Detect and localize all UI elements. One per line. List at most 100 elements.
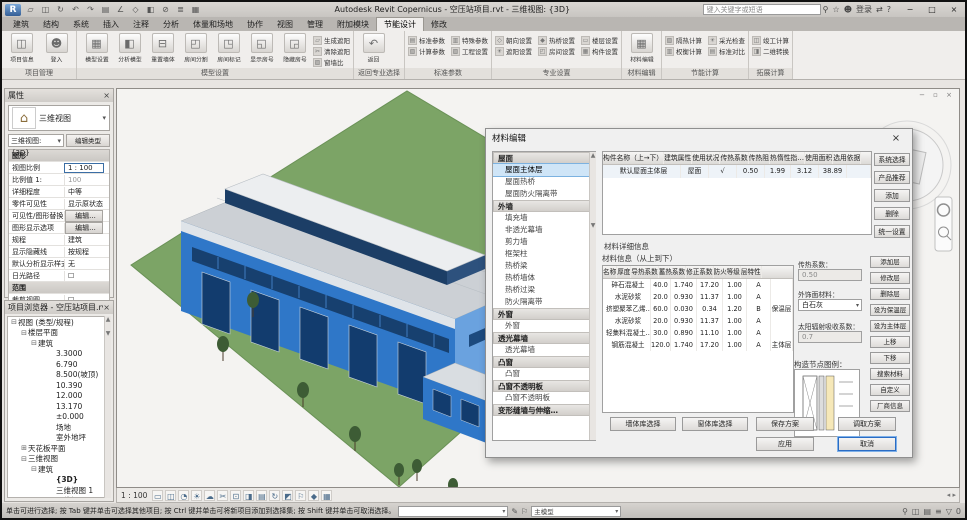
qat-icon[interactable]: ↶ bbox=[69, 4, 82, 16]
view-control-icon[interactable]: ◔ bbox=[178, 490, 189, 501]
component-tree-item[interactable]: 外窗 bbox=[493, 320, 595, 332]
ribbon-small-button[interactable]: ▥特殊参数 bbox=[451, 35, 488, 45]
browser-close-icon[interactable]: × bbox=[103, 303, 110, 312]
layer-button[interactable]: 修改层 bbox=[870, 272, 910, 284]
component-table-row[interactable]: 默认屋面主体层 屋面 √ 0.50 1.99 3.12 38.89 bbox=[603, 165, 871, 178]
tree-item[interactable]: ⊟楼层平面 bbox=[8, 328, 110, 339]
layer-button[interactable]: 自定义 bbox=[870, 384, 910, 396]
ribbon-button[interactable]: ◧分析模型 bbox=[113, 33, 146, 64]
ribbon-button[interactable]: ☻登入 bbox=[40, 33, 73, 64]
component-tree-item[interactable]: 屋面防火隔离带 bbox=[493, 188, 595, 200]
ribbon-tab[interactable]: 注释 bbox=[126, 18, 156, 31]
qat-icon[interactable]: ≣ bbox=[174, 4, 187, 16]
view-control-icon[interactable]: ▭ bbox=[152, 490, 163, 501]
ribbon-small-button[interactable]: ▭楼层设置 bbox=[581, 35, 618, 45]
ribbon-small-button[interactable]: ▥权衡计算 bbox=[665, 46, 702, 56]
tree-item[interactable]: ⊟建筑 bbox=[8, 464, 110, 475]
tree-item[interactable]: 场地 bbox=[8, 422, 110, 433]
dialog-close-icon[interactable]: × bbox=[886, 133, 906, 144]
close-button[interactable]: × bbox=[943, 3, 965, 16]
ribbon-tab[interactable]: 协作 bbox=[240, 18, 270, 31]
ribbon-small-button[interactable]: ▦构件设置 bbox=[581, 46, 618, 56]
component-tree-item[interactable]: 填充墙 bbox=[493, 212, 595, 224]
tree-toggle-icon[interactable]: ⊟ bbox=[20, 455, 28, 463]
help-icon[interactable]: ? bbox=[887, 5, 891, 14]
material-table-row[interactable]: 碎石混凝土 40.0 1.740 17.20 1.00 A bbox=[603, 279, 793, 291]
layer-button[interactable]: 下移 bbox=[870, 352, 910, 364]
material-table-row[interactable]: 水泥砂浆 20.0 0.930 11.37 1.00 A bbox=[603, 291, 793, 303]
ribbon-small-button[interactable]: ◆热桥设置 bbox=[538, 35, 575, 45]
component-tree-item[interactable]: 剪力墙 bbox=[493, 236, 595, 248]
component-tree-item[interactable]: 屋面主体层 bbox=[493, 164, 595, 176]
ribbon-tab[interactable]: 节能设计 bbox=[376, 17, 424, 31]
dialog-side-button[interactable]: 添加 bbox=[874, 189, 910, 202]
ribbon-small-button[interactable]: ◫竣工计算 bbox=[752, 35, 789, 45]
ribbon-tab[interactable]: 附加模块 bbox=[330, 18, 376, 31]
component-tree-item[interactable]: 非透光幕墙 bbox=[493, 224, 595, 236]
save-scheme-button[interactable]: 保存方案 bbox=[756, 417, 814, 431]
edit-type-button[interactable]: 编辑类型 bbox=[66, 134, 110, 147]
search-icon[interactable]: ⚲ bbox=[823, 5, 829, 14]
tree-item[interactable]: 13.170 bbox=[8, 401, 110, 412]
layer-button[interactable]: 搜索材料 bbox=[870, 368, 910, 380]
ribbon-small-button[interactable]: ◨二维转换 bbox=[752, 46, 789, 56]
component-tree-item[interactable]: 变形缝墙与伸缩… bbox=[493, 404, 595, 416]
property-row[interactable]: 视图比例1 : 100 bbox=[9, 162, 109, 174]
tree-item[interactable]: {3D} bbox=[8, 475, 110, 486]
ribbon-tab[interactable]: 建筑 bbox=[6, 18, 36, 31]
tree-item[interactable]: ⊞天花板平面 bbox=[8, 443, 110, 454]
ribbon-small-button[interactable]: ▧隔热计算 bbox=[665, 35, 702, 45]
ribbon-tab[interactable]: 系统 bbox=[66, 18, 96, 31]
property-row[interactable]: 默认分析显示样式无 bbox=[9, 258, 109, 270]
browser-scrollbar[interactable]: ▲▼ bbox=[104, 316, 111, 498]
qat-icon[interactable]: ↻ bbox=[54, 4, 67, 16]
tree-toggle-icon[interactable]: ⊟ bbox=[10, 318, 18, 326]
property-row[interactable]: 比例值 1:100 bbox=[9, 174, 109, 186]
ribbon-small-button[interactable]: ☀遮阳设置 bbox=[495, 46, 532, 56]
dialog-side-button[interactable]: 系统选择 bbox=[874, 153, 910, 166]
material-table-row[interactable]: 水泥砂浆 20.0 0.930 11.37 1.00 A bbox=[603, 315, 793, 327]
ribbon-small-button[interactable]: ▨工程设置 bbox=[451, 46, 488, 56]
layer-button[interactable]: 上移 bbox=[870, 336, 910, 348]
view-window-controls[interactable]: − ▫ × bbox=[919, 91, 955, 99]
view-control-icon[interactable]: ◆ bbox=[308, 490, 319, 501]
qat-icon[interactable]: ◫ bbox=[39, 4, 52, 16]
component-tree-scrollbar[interactable]: ▲▼ bbox=[589, 152, 596, 440]
dialog-side-button[interactable]: 产品推荐 bbox=[874, 171, 910, 184]
ribbon-button[interactable]: ◰房间分割 bbox=[179, 33, 212, 64]
component-tree-item[interactable]: 热桥过梁 bbox=[493, 284, 595, 296]
qat-icon[interactable]: ▤ bbox=[99, 4, 112, 16]
component-tree-item[interactable]: 热桥墙体 bbox=[493, 272, 595, 284]
tree-item[interactable]: 三维视图 2 bbox=[8, 496, 110, 499]
tree-toggle-icon[interactable]: ⊟ bbox=[20, 329, 28, 337]
property-row[interactable]: 可见性/图形替换编辑... bbox=[9, 210, 109, 222]
qat-icon[interactable]: ◇ bbox=[129, 4, 142, 16]
view-control-icon[interactable]: ⊡ bbox=[230, 490, 241, 501]
select-pinned-icon[interactable]: ▤ bbox=[923, 507, 931, 516]
app-menu-button[interactable]: R bbox=[5, 4, 21, 16]
ribbon-small-button[interactable]: ▧计算参数 bbox=[408, 46, 445, 56]
view-control-icon[interactable]: ↻ bbox=[269, 490, 280, 501]
component-tree-item[interactable]: 凸窗不透明板 bbox=[493, 392, 595, 404]
tree-item[interactable]: 室外地坪 bbox=[8, 433, 110, 444]
tree-item[interactable]: 三维视图 1 bbox=[8, 485, 110, 496]
qat-icon[interactable]: ▱ bbox=[24, 4, 37, 16]
view-instance-combo[interactable]: 三维视图: {3D}▾ bbox=[8, 134, 64, 147]
editable-only-icon[interactable]: ✎ bbox=[511, 507, 518, 516]
maximize-button[interactable]: □ bbox=[921, 3, 943, 16]
ribbon-tab[interactable]: 管理 bbox=[300, 18, 330, 31]
component-tree-item[interactable]: 屋面热桥 bbox=[493, 176, 595, 188]
property-row[interactable]: 零件可见性显示原状态 bbox=[9, 198, 109, 210]
tree-toggle-icon[interactable]: ⊞ bbox=[20, 444, 28, 452]
load-scheme-button[interactable]: 调取方案 bbox=[838, 417, 896, 431]
wall-library-button[interactable]: 墙体库选择 bbox=[610, 417, 676, 431]
qat-icon[interactable]: ▦ bbox=[189, 4, 202, 16]
ribbon-button[interactable]: ↶返回 bbox=[357, 33, 390, 64]
account-icon[interactable]: ☻ bbox=[844, 5, 852, 14]
design-option-select[interactable]: 主模型▾ bbox=[531, 506, 621, 517]
view-control-icon[interactable]: ▤ bbox=[256, 490, 267, 501]
property-row[interactable]: 日光路径☐ bbox=[9, 270, 109, 282]
cancel-button[interactable]: 取消 bbox=[838, 437, 896, 451]
select-underlay-icon[interactable]: ◫ bbox=[912, 507, 920, 516]
exchange-apps-icon[interactable]: ⇄ bbox=[876, 5, 883, 14]
